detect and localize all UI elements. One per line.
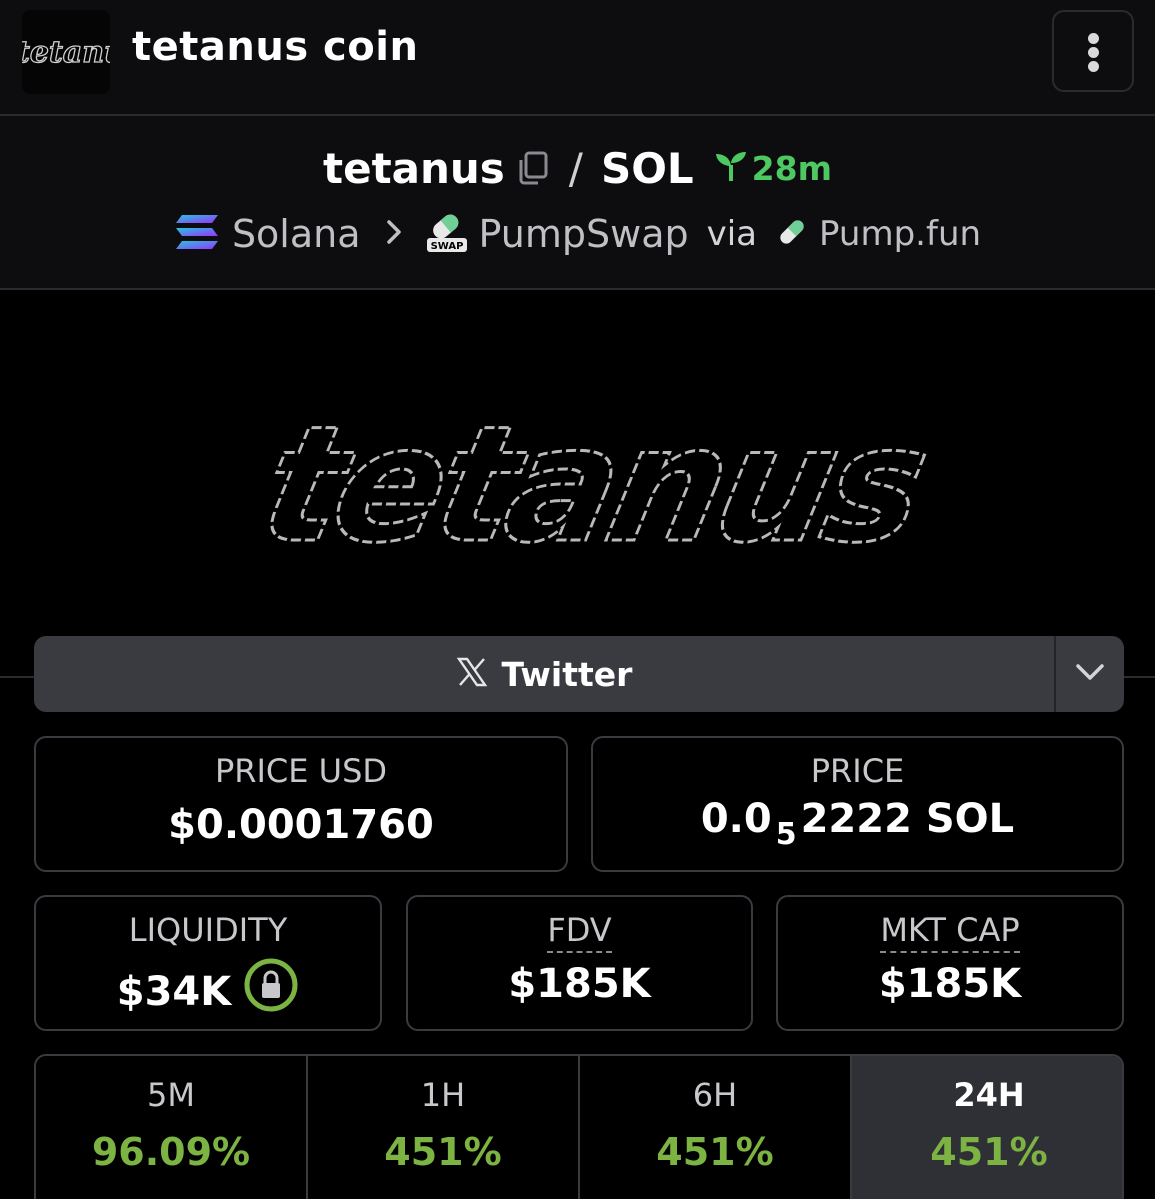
tab-change-value: 451% [384, 1130, 502, 1174]
pair-age-value: 28m [751, 148, 832, 188]
liquidity-value-row: $34K [36, 958, 380, 1027]
lock-icon[interactable] [243, 957, 299, 1023]
via-label: via [706, 214, 758, 254]
pumpswap-icon: SWAP [425, 210, 469, 258]
pair-age: 28m [714, 149, 832, 188]
market-cap-label-wrap: MKT CAP [778, 911, 1122, 953]
fdv-card[interactable]: FDV $185K [406, 895, 753, 1031]
market-cap-card[interactable]: MKT CAP $185K [776, 895, 1124, 1031]
liquidity-value: $34K [116, 969, 232, 1015]
tab-1h[interactable]: 1H 451% [308, 1056, 580, 1199]
price-usd-label: PRICE USD [214, 752, 388, 790]
pair-separator: / [568, 143, 583, 193]
menu-dot [1088, 61, 1099, 72]
fdv-label-wrap: FDV [408, 911, 751, 953]
token-avatar[interactable]: tetanus [22, 10, 110, 94]
price-native-zero-count: 5 [775, 817, 797, 852]
tab-change-value: 451% [656, 1130, 774, 1174]
tab-24h[interactable]: 24H 451% [852, 1056, 1122, 1199]
price-usd-card: PRICE USD $0.0001760 [34, 736, 568, 872]
twitter-label: Twitter [501, 654, 633, 694]
social-links-bar: Twitter [34, 636, 1124, 712]
pill-icon [775, 215, 809, 253]
price-native-suffix: 2222 SOL [800, 796, 1015, 842]
quote-symbol: SOL [600, 143, 694, 193]
chevron-right-icon [385, 219, 403, 249]
menu-dot [1088, 47, 1099, 58]
seedling-icon [714, 149, 748, 187]
liquidity-card: LIQUIDITY $34K [34, 895, 382, 1031]
market-cap-value: $185K [878, 961, 1022, 1007]
tab-5m[interactable]: 5M 96.09% [36, 1056, 308, 1199]
tab-label: 5M [147, 1076, 195, 1114]
twitter-link-button[interactable]: Twitter [34, 636, 1054, 712]
app-header: tetanus tetanus coin [0, 0, 1155, 116]
dex-link[interactable]: PumpSwap [479, 212, 689, 256]
more-menu-button[interactable] [1052, 10, 1134, 92]
svg-text:tetanus: tetanus [22, 35, 110, 70]
token-name-title: tetanus coin [132, 24, 419, 70]
fdv-label: FDV [547, 911, 612, 953]
price-native-card: PRICE 0.0 5 2222 SOL [591, 736, 1124, 872]
svg-text:SWAP: SWAP [430, 241, 463, 252]
price-native-value: 0.0 5 2222 SOL [593, 796, 1122, 852]
liquidity-label: LIQUIDITY [128, 911, 288, 949]
tab-label: 24H [953, 1076, 1025, 1114]
tab-change-value: 96.09% [91, 1130, 251, 1174]
more-vertical-icon [1088, 33, 1099, 44]
chain-link[interactable]: Solana [232, 212, 361, 256]
price-native-label: PRICE [810, 752, 905, 790]
pair-info: tetanus / SOL 28m Solana SWAP PumpSwap v… [0, 116, 1155, 290]
tab-change-value: 451% [930, 1130, 1048, 1174]
pair-title-row: tetanus / SOL 28m [0, 140, 1155, 196]
tab-label: 6H [692, 1076, 738, 1114]
solana-icon [174, 213, 220, 255]
price-usd-value: $0.0001760 [168, 802, 434, 848]
x-logo-icon [456, 656, 488, 692]
tab-label: 1H [420, 1076, 466, 1114]
market-cap-label: MKT CAP [880, 911, 1020, 953]
token-banner-image: tetanus [0, 290, 1155, 678]
page: tetanus tetanus coin tetanus / SOL [0, 0, 1155, 1199]
launchpad-link[interactable]: Pump.fun [819, 214, 981, 254]
copy-icon[interactable] [517, 151, 549, 189]
svg-text:tetanus: tetanus [247, 393, 938, 579]
base-symbol: tetanus [323, 143, 505, 193]
tab-6h[interactable]: 6H 451% [580, 1056, 852, 1199]
price-native-prefix: 0.0 [700, 796, 772, 842]
fdv-value: $185K [508, 961, 651, 1007]
chevron-down-icon [1074, 662, 1106, 686]
more-socials-button[interactable] [1056, 636, 1124, 712]
price-change-tabs: 5M 96.09% 1H 451% 6H 451% 24H 451% [34, 1054, 1124, 1199]
pair-route: Solana SWAP PumpSwap via Pump.fun [0, 206, 1155, 262]
